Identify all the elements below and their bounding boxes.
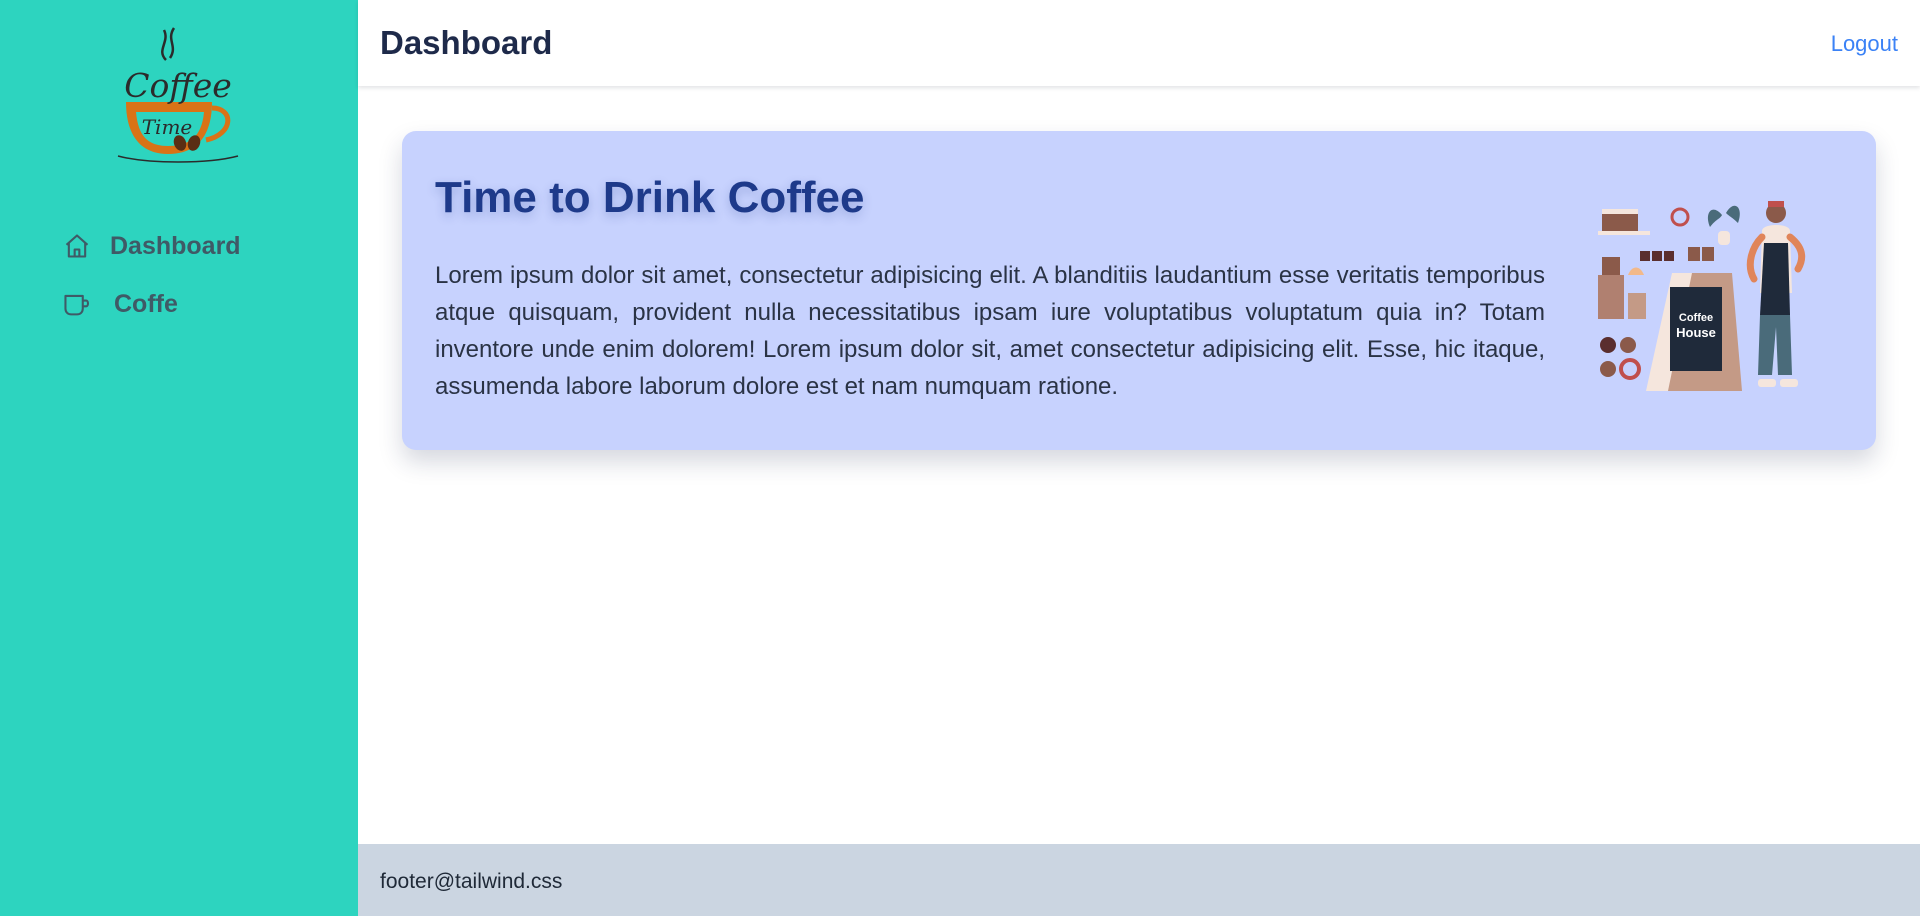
- page-title: Dashboard: [380, 24, 553, 61]
- hero-body-text: Lorem ipsum dolor sit amet, consectetur …: [435, 262, 1545, 400]
- logo-word-coffee: Coffee: [124, 66, 232, 105]
- top-header: Dashboard Logout: [358, 0, 1920, 86]
- sidebar-item-label: Dashboard: [110, 231, 241, 260]
- sidebar-item-label: Coffe: [114, 289, 178, 318]
- coffee-cup-icon: [62, 289, 92, 319]
- hero-title: Time to Drink Coffee: [435, 173, 865, 222]
- home-icon: [62, 231, 92, 261]
- logo-word-time: Time: [142, 115, 193, 139]
- coffee-time-logo[interactable]: Coffee Time: [108, 22, 248, 168]
- footer: footer@tailwind.css: [358, 844, 1920, 916]
- sidebar-nav: Dashboard Coffe: [62, 222, 241, 338]
- logout-link[interactable]: Logout: [1831, 31, 1898, 57]
- coffee-house-illustration: Coffee House: [1598, 201, 1806, 391]
- sign-line-house: House: [1676, 325, 1716, 340]
- sidebar: Coffee Time Dashboard Coffe: [0, 0, 358, 916]
- sidebar-item-dashboard[interactable]: Dashboard: [62, 222, 241, 270]
- sign-line-coffee: Coffee: [1679, 312, 1713, 324]
- footer-text: footer@tailwind.css: [380, 870, 563, 893]
- sidebar-item-coffe[interactable]: Coffe: [62, 280, 241, 328]
- hero-card: Time to Drink Coffee Lorem ipsum dolor s…: [402, 131, 1876, 450]
